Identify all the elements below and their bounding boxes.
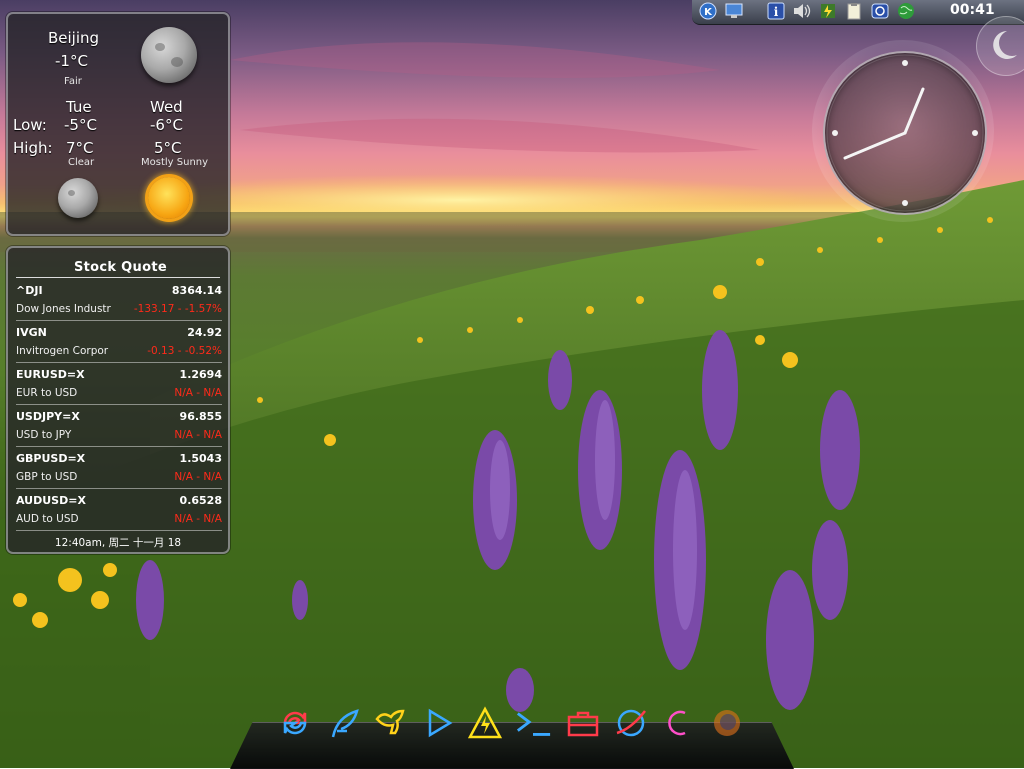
stock-row[interactable]: EURUSD=X 1.2694 EUR to USD N/A - N/A [8,366,228,408]
tray-clock[interactable]: 00:41 [950,2,995,18]
feather-icon[interactable] [326,704,364,742]
stock-name: Invitrogen Corpor [16,345,109,357]
stock-row[interactable]: GBPUSD=X 1.5043 GBP to USD N/A - N/A [8,450,228,492]
warning-icon[interactable] [466,704,504,742]
row-divider [16,446,222,447]
stock-symbol: EURUSD=X [16,368,85,381]
stock-quote-widget[interactable]: Stock Quote ^DJI 8364.14 Dow Jones Indus… [6,246,230,554]
forecast-day-2: Wed [150,98,183,116]
browser-icon[interactable] [612,704,650,742]
pegasus-icon[interactable] [372,704,410,742]
stock-name: Dow Jones Industr [16,303,111,315]
stock-row[interactable]: AUDUSD=X 0.6528 AUD to USD N/A - N/A [8,492,228,534]
stock-name: EUR to USD [16,387,78,399]
refresh-icon[interactable] [276,704,314,742]
forecast-day-1: Tue [66,98,92,116]
stock-change: N/A - N/A [174,471,222,483]
weather-city: Beijing [48,29,100,47]
weather-current-condition: Fair [64,76,82,87]
stock-price: 24.92 [187,326,222,339]
forecast-day-2-high: 5°C [154,139,182,157]
stock-name: USD to JPY [16,429,72,441]
forecast-day-1-low: -5°C [64,116,97,134]
terminal-icon[interactable] [514,704,552,742]
analog-clock-widget[interactable] [812,40,994,222]
play-icon[interactable] [420,704,458,742]
moon-icon [58,178,98,218]
stock-change: N/A - N/A [174,513,222,525]
network-icon[interactable] [870,1,890,21]
stock-price: 96.855 [179,410,222,423]
row-divider [16,404,222,405]
stock-symbol: IVGN [16,326,47,339]
forecast-day-1-condition: Clear [68,157,95,168]
svg-text:i: i [774,5,779,19]
weather-current-temp: -1°C [55,52,88,70]
volume-icon[interactable] [792,1,812,21]
stock-name: AUD to USD [16,513,79,525]
stock-price: 8364.14 [171,284,222,297]
row-divider [16,362,222,363]
stock-price: 1.2694 [179,368,222,381]
system-tray-panel: K i 00:41 [692,0,1024,25]
stock-row[interactable]: ^DJI 8364.14 Dow Jones Industr -133.17 -… [8,282,228,324]
stock-widget-title: Stock Quote [74,260,167,275]
stock-price: 1.5043 [179,452,222,465]
high-label: High: [13,139,53,157]
stock-row[interactable]: USDJPY=X 96.855 USD to JPY N/A - N/A [8,408,228,450]
stock-symbol: GBPUSD=X [16,452,86,465]
stock-change: -0.13 - -0.52% [147,345,222,357]
globe-icon[interactable] [896,1,916,21]
forecast-day-1-high: 7°C [66,139,94,157]
stock-change: -133.17 - -1.57% [133,303,222,315]
battery-icon[interactable] [818,1,838,21]
info-icon[interactable]: i [766,1,786,21]
firefox-icon[interactable] [708,704,746,742]
stock-price: 0.6528 [179,494,222,507]
moon-phase-icon[interactable] [976,16,1024,76]
forecast-day-2-condition: Mostly Sunny [141,157,209,168]
power-icon[interactable] [660,704,698,742]
desktop-icon[interactable] [724,1,744,21]
svg-text:K: K [704,7,713,18]
moon-icon [141,27,197,83]
title-divider [16,277,220,278]
forecast-day-2-low: -6°C [150,116,183,134]
clipboard-icon[interactable] [844,1,864,21]
stock-change: N/A - N/A [174,429,222,441]
sun-icon [148,177,190,219]
stock-symbol: AUDUSD=X [16,494,86,507]
row-divider [16,530,222,531]
toolbox-icon[interactable] [564,704,602,742]
stock-updated-time: 12:40am, 周二 十一月 18 [54,537,182,549]
clock-face [823,51,987,215]
low-label: Low: [13,116,47,134]
stock-row[interactable]: IVGN 24.92 Invitrogen Corpor -0.13 - -0.… [8,324,228,366]
stock-symbol: USDJPY=X [16,410,80,423]
stock-change: N/A - N/A [174,387,222,399]
kde-menu-icon[interactable]: K [698,1,718,21]
row-divider [16,488,222,489]
row-divider [16,320,222,321]
stock-name: GBP to USD [16,471,78,483]
stock-symbol: ^DJI [16,284,43,297]
weather-widget[interactable]: Beijing -1°C Fair Tue Wed Low: -5°C -6°C… [6,12,230,236]
